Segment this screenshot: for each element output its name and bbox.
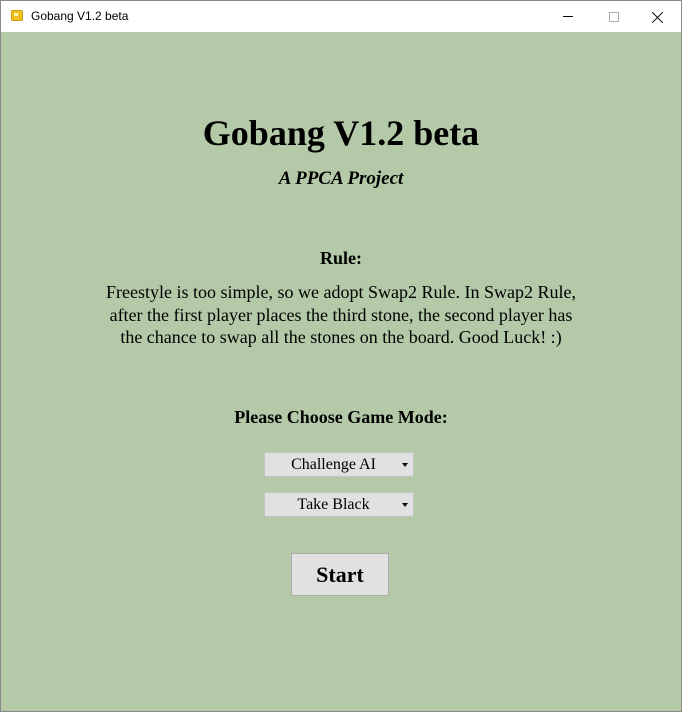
title-bar[interactable]: Gobang V1.2 beta [1,1,681,32]
minimize-button[interactable] [545,1,591,32]
rule-text: Freestyle is too simple, so we adopt Swa… [106,282,576,347]
game-mode-select[interactable]: Challenge AI [264,452,414,477]
app-folder-icon [11,10,23,21]
close-button[interactable] [635,1,681,32]
mode-heading: Please Choose Game Mode: [234,407,448,427]
app-window: Gobang V1.2 beta Gobang V1.2 beta A PPCA… [0,0,682,712]
page-title: Gobang V1.2 beta [202,113,480,153]
rule-heading: Rule: [320,248,362,268]
stone-color-select[interactable]: Take Black [264,492,414,517]
start-button[interactable]: Start [291,553,389,596]
window-title: Gobang V1.2 beta [31,9,129,23]
main-content: Gobang V1.2 beta A PPCA Project Rule: Fr… [1,32,681,711]
maximize-icon [609,11,619,22]
stone-color-value: Take Black [297,495,370,513]
chevron-down-icon [402,462,408,467]
game-mode-value: Challenge AI [291,455,376,473]
close-icon [652,11,664,23]
maximize-button[interactable] [591,1,637,32]
minimize-icon [563,16,573,17]
page-subtitle: A PPCA Project [278,168,404,189]
chevron-down-icon [402,502,408,507]
